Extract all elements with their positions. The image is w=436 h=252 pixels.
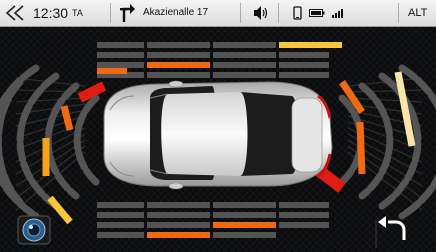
- camera-button[interactable]: [17, 215, 51, 245]
- side-top-yellow-segment: [279, 42, 342, 48]
- battery-icon: [309, 0, 325, 26]
- parking-assist-screen: 12:30 TA Akazienalle 17 ALT: [0, 0, 436, 252]
- side-top-orange-segment: [147, 62, 210, 68]
- status-divider: [398, 3, 399, 23]
- front-corner-red-segment: [77, 81, 107, 103]
- double-chevron-left-icon: [5, 5, 24, 21]
- side-top-left-orange-segment: [97, 68, 127, 74]
- navigation-turn-icon: [118, 0, 136, 26]
- car-top-view: [103, 80, 333, 190]
- status-divider: [240, 3, 241, 23]
- side-bottom-orange-segment-2: [147, 232, 210, 238]
- status-divider: [110, 3, 111, 23]
- ta-indicator: TA: [72, 8, 83, 18]
- front-left-yellow-segment: [47, 195, 73, 225]
- front-left-orange-segment: [60, 105, 74, 131]
- return-button[interactable]: [372, 216, 418, 248]
- navigation-street: Akazienalle 17: [143, 7, 209, 18]
- status-bar: 12:30 TA Akazienalle 17 ALT: [0, 0, 436, 27]
- status-divider: [278, 3, 279, 23]
- speaker-volume-icon[interactable]: [252, 0, 268, 26]
- parking-distance-display: [0, 42, 436, 248]
- phone-icon: [293, 0, 303, 26]
- alt-mode-button[interactable]: ALT: [408, 0, 427, 26]
- clock-time: 12:30: [33, 5, 69, 21]
- camera-lens-icon: [22, 218, 46, 242]
- side-bottom-orange-segment: [213, 222, 276, 228]
- back-button[interactable]: [4, 0, 26, 26]
- signal-bars-icon: [331, 0, 345, 26]
- return-arrow-icon: [378, 216, 406, 240]
- rear-right-orange-segment: [356, 121, 366, 175]
